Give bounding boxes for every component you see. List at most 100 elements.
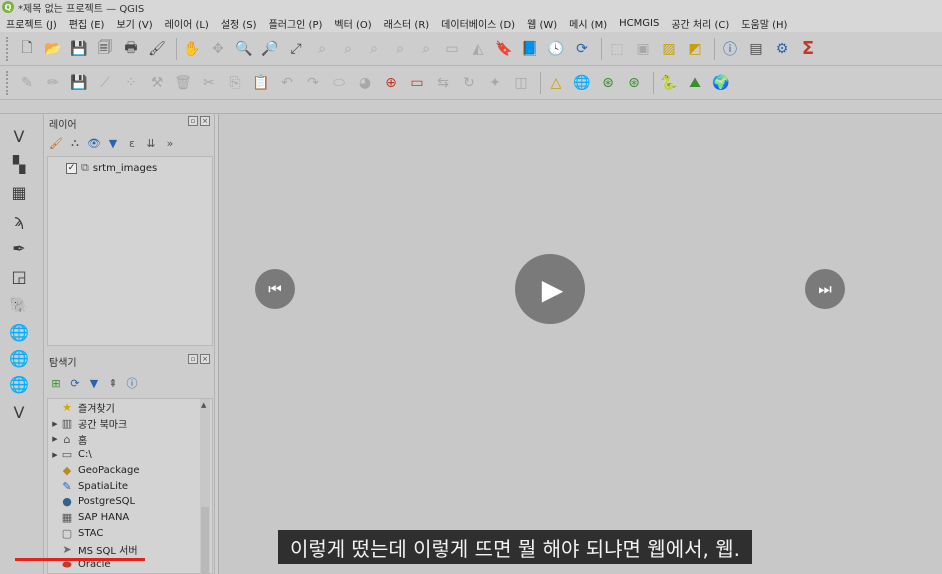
close-panel-icon[interactable]: ×: [200, 116, 210, 126]
rotate-label-icon[interactable]: ↻: [458, 72, 480, 94]
next-video-button[interactable]: ⏭: [805, 269, 845, 309]
map-canvas[interactable]: [218, 114, 942, 574]
label-tool-icon[interactable]: ⬭: [328, 72, 350, 94]
collapse-all-icon[interactable]: ⇞: [106, 376, 120, 390]
paste-features-icon[interactable]: 📋: [250, 72, 272, 94]
zoom-in-icon[interactable]: 🔍: [233, 38, 255, 60]
zoom-native-icon[interactable]: ⌕: [363, 38, 385, 60]
browser-tree[interactable]: ★ 즐겨찾기 ▶ ▥ 공간 북마크 ▶ ⌂ 홈 ▶ ▭ C:\ ◆ GeoPackage ✎ SpatiaL…: [47, 398, 213, 574]
save-project-icon[interactable]: 💾: [68, 38, 90, 60]
add-wms-icon[interactable]: 🌐: [6, 320, 32, 344]
python-console-icon[interactable]: 🐍: [658, 72, 680, 94]
zoom-last-icon[interactable]: ⌕: [389, 38, 411, 60]
add-spatialite-icon[interactable]: ✒: [6, 236, 32, 260]
select-value-icon[interactable]: ▣: [632, 38, 654, 60]
browser-item[interactable]: ▶ ▥ 공간 북마크: [50, 416, 212, 432]
georeferencer-icon[interactable]: △: [545, 72, 567, 94]
pan-to-selection-icon[interactable]: ✥: [207, 38, 229, 60]
browser-scrollbar[interactable]: ▲: [200, 399, 210, 574]
label-pin-icon[interactable]: ⊕: [380, 72, 402, 94]
filter-legend-icon[interactable]: ▼: [106, 136, 120, 150]
delete-selected-icon[interactable]: 🗑: [172, 72, 194, 94]
browser-item[interactable]: ▦ SAP HANA: [50, 510, 212, 526]
menu-item[interactable]: 편집 (E): [69, 16, 105, 31]
add-group-icon[interactable]: ⛬: [68, 136, 82, 150]
copy-features-icon[interactable]: ⎘: [224, 72, 246, 94]
new-bookmark-icon[interactable]: 🔖: [493, 38, 515, 60]
browser-item[interactable]: ▶ ▭ C:\: [50, 447, 212, 463]
hcmgis-plugin-icon[interactable]: ⊛: [597, 72, 619, 94]
modify-attributes-icon[interactable]: ⚒: [146, 72, 168, 94]
manage-visibility-icon[interactable]: 👁: [87, 136, 101, 150]
add-vector-layer-icon[interactable]: V: [6, 124, 32, 148]
identify-features-icon[interactable]: ⓘ: [719, 38, 741, 60]
menu-item[interactable]: 데이터베이스 (D): [441, 16, 515, 31]
qgis-plugin-icon[interactable]: ⊛: [623, 72, 645, 94]
select-features-icon[interactable]: ⬚: [606, 38, 628, 60]
menu-item[interactable]: 플러그인 (P): [269, 16, 323, 31]
add-delimited-text-icon[interactable]: ϡ: [6, 208, 32, 232]
attribute-table-icon[interactable]: ▤: [745, 38, 767, 60]
profile-tool-icon[interactable]: ⛰: [684, 72, 706, 94]
add-selected-layers-icon[interactable]: ⊞: [49, 376, 63, 390]
new-3d-map-icon[interactable]: ◭: [467, 38, 489, 60]
zoom-next-icon[interactable]: ⌕: [415, 38, 437, 60]
browser-item[interactable]: ✎ SpatiaLite: [50, 478, 212, 494]
video-progress-bar[interactable]: [15, 558, 145, 561]
browser-item[interactable]: ◆ GeoPackage: [50, 463, 212, 479]
zoom-out-icon[interactable]: 🔎: [259, 38, 281, 60]
previous-video-button[interactable]: ⏮: [255, 269, 295, 309]
toolbar-grip[interactable]: [6, 36, 10, 61]
new-map-view-icon[interactable]: ▭: [441, 38, 463, 60]
more-tools-icon[interactable]: »: [163, 136, 177, 150]
show-bookmarks-icon[interactable]: 📘: [519, 38, 541, 60]
redo-icon[interactable]: ↷: [302, 72, 324, 94]
close-panel-icon[interactable]: ×: [200, 354, 210, 364]
layer-visibility-checkbox[interactable]: ✓: [66, 162, 77, 174]
web-globe-icon[interactable]: 🌍: [710, 72, 732, 94]
browser-item[interactable]: ▢ STAC: [50, 526, 212, 542]
add-wfs-icon[interactable]: 🌐: [6, 346, 32, 370]
change-label-icon[interactable]: ✦: [484, 72, 506, 94]
add-virtual-layer-icon[interactable]: ◲: [6, 264, 32, 288]
vertex-tool-icon[interactable]: ⁘: [120, 72, 142, 94]
plugin-globe-icon[interactable]: 🌐: [571, 72, 593, 94]
diagram-tool-icon[interactable]: ◕: [354, 72, 376, 94]
statistical-summary-icon[interactable]: Σ: [797, 38, 819, 60]
menu-item[interactable]: 도움말 (H): [741, 16, 787, 31]
menu-item[interactable]: 메시 (M): [569, 16, 607, 31]
expand-arrow-icon[interactable]: ▶: [50, 435, 60, 443]
layer-styling-icon[interactable]: 🖌: [49, 136, 63, 150]
menu-item[interactable]: 설정 (S): [221, 16, 257, 31]
browser-item[interactable]: ★ 즐겨찾기: [50, 400, 212, 416]
refresh-browser-icon[interactable]: ⟳: [68, 376, 82, 390]
menu-item[interactable]: HCMGIS: [619, 18, 659, 29]
filter-browser-icon[interactable]: ▼: [87, 376, 101, 390]
browser-item[interactable]: ➤ MS SQL 서버: [50, 541, 212, 557]
expand-arrow-icon[interactable]: ▶: [50, 451, 60, 459]
layer-tree[interactable]: ✓ ⧉ srtm_images: [47, 156, 213, 346]
properties-info-icon[interactable]: ⓘ: [125, 376, 139, 390]
layer-item[interactable]: ✓ ⧉ srtm_images: [48, 160, 212, 176]
add-vector-tile-icon[interactable]: V: [6, 400, 32, 424]
new-project-icon[interactable]: 🗋: [16, 38, 38, 60]
expand-arrow-icon[interactable]: ▶: [50, 420, 60, 428]
menu-item[interactable]: 웹 (W): [527, 16, 557, 31]
show-hide-labels-icon[interactable]: ◫: [510, 72, 532, 94]
settings-gear-icon[interactable]: ⚙: [771, 38, 793, 60]
cut-features-icon[interactable]: ✂: [198, 72, 220, 94]
style-manager-icon[interactable]: 🖌: [146, 38, 168, 60]
add-wcs-icon[interactable]: 🌐: [6, 372, 32, 396]
move-label-icon[interactable]: ⇆: [432, 72, 454, 94]
menu-item[interactable]: 레이어 (L): [165, 16, 209, 31]
zoom-selection-icon[interactable]: ⌕: [311, 38, 333, 60]
browser-item[interactable]: ● PostgreSQL: [50, 494, 212, 510]
expand-all-icon[interactable]: ⇊: [144, 136, 158, 150]
add-postgis-icon[interactable]: 🐘: [6, 292, 32, 316]
browser-item[interactable]: ▶ ⌂ 홈: [50, 431, 212, 447]
digitize-line-icon[interactable]: ⟋: [94, 72, 116, 94]
toolbar-grip[interactable]: [6, 70, 10, 95]
filter-expression-icon[interactable]: ε: [125, 136, 139, 150]
scroll-up-icon[interactable]: ▲: [201, 401, 206, 409]
open-project-icon[interactable]: 📂: [42, 38, 64, 60]
